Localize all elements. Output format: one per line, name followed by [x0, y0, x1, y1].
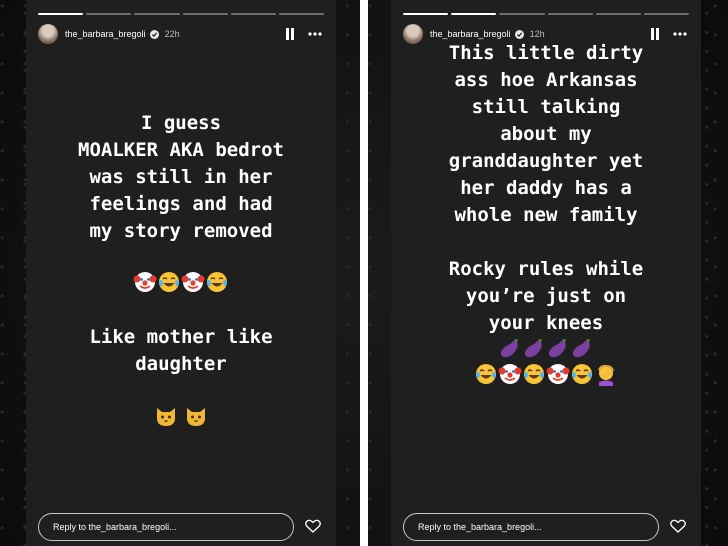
- eggplant-emoji: [500, 338, 518, 358]
- tears-of-joy-emoji: [159, 272, 179, 292]
- eggplant-emoji: [548, 338, 566, 358]
- tears-of-joy-emoji: [476, 364, 496, 384]
- eggplant-emoji: [524, 338, 542, 358]
- reply-input[interactable]: Reply to the_barbara_bregoli...: [38, 513, 294, 541]
- verified-badge-icon: [514, 29, 524, 39]
- story-progress-bar: [403, 13, 690, 15]
- tears-of-joy-emoji: [207, 272, 227, 292]
- progress-segment: [403, 13, 449, 15]
- avatar[interactable]: [38, 24, 58, 44]
- emoji-row: [391, 362, 701, 386]
- eggplant-emoji: [572, 338, 590, 358]
- story-progress-bar: [38, 13, 325, 15]
- progress-segment: [230, 13, 276, 15]
- screenshot-divider: [360, 0, 368, 546]
- reply-input[interactable]: Reply to the_barbara_bregoli...: [403, 513, 659, 541]
- username[interactable]: the_barbara_bregoli: [430, 29, 511, 39]
- emoji-row: [391, 336, 701, 360]
- username[interactable]: the_barbara_bregoli: [65, 29, 146, 39]
- progress-segment: [278, 13, 325, 15]
- reply-placeholder: Reply to the_barbara_bregoli...: [53, 522, 177, 532]
- cat-face-emoji: [157, 408, 175, 426]
- progress-segment: [499, 13, 545, 15]
- story-caption-secondary: Like mother like daughter: [89, 326, 273, 375]
- story-panel-left: the_barbara_bregoli 22h I guess MOALKER …: [26, 0, 336, 546]
- story-caption: This little dirty ass hoe Arkansas still…: [448, 42, 644, 334]
- clown-face-emoji: [498, 364, 522, 384]
- progress-segment: [134, 13, 180, 15]
- post-time: 22h: [164, 29, 180, 39]
- story-caption: I guess MOALKER AKA bedrot was still in …: [78, 112, 284, 242]
- story-header: the_barbara_bregoli 22h: [38, 24, 324, 44]
- progress-segment: [547, 13, 593, 15]
- progress-segment: [643, 13, 690, 15]
- clown-face-emoji: [181, 272, 205, 292]
- progress-segment: [182, 13, 228, 15]
- clown-face-emoji: [133, 272, 157, 292]
- heart-icon[interactable]: [669, 517, 687, 535]
- heart-icon[interactable]: [304, 517, 322, 535]
- progress-segment: [595, 13, 641, 15]
- more-options-icon[interactable]: [306, 26, 324, 42]
- post-time: 12h: [529, 29, 545, 39]
- clown-face-emoji: [546, 364, 570, 384]
- tears-of-joy-emoji: [524, 364, 544, 384]
- story-panel-right: the_barbara_bregoli 12h This little dirt…: [391, 0, 701, 546]
- tears-of-joy-emoji: [572, 364, 592, 384]
- progress-segment: [38, 13, 84, 15]
- emoji-row: [26, 270, 336, 294]
- reply-placeholder: Reply to the_barbara_bregoli...: [418, 522, 542, 532]
- cat-face-emoji: [187, 408, 205, 426]
- pause-icon[interactable]: [282, 26, 298, 42]
- progress-segment: [86, 13, 132, 15]
- facepalm-emoji: [598, 364, 614, 386]
- emoji-row: [26, 404, 336, 428]
- verified-badge-icon: [149, 29, 159, 39]
- progress-segment: [451, 13, 497, 15]
